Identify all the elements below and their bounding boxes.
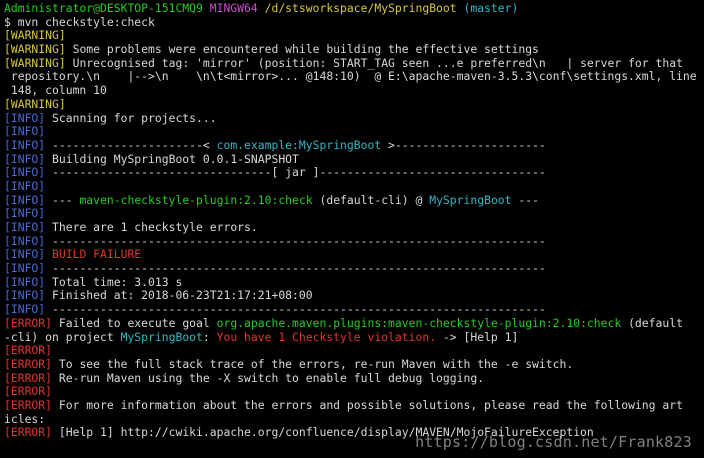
terminal-text-segment: Total time: 3.013 s — [45, 275, 183, 289]
terminal-line: [WARNING] — [4, 98, 702, 112]
terminal-text-segment: com.example:MySpringBoot — [216, 138, 382, 152]
terminal-text-segment: >---------------------- — [381, 138, 546, 152]
terminal-text-segment: [INFO] — [4, 125, 46, 139]
terminal-line: [INFO] --------------------------------[… — [4, 166, 702, 180]
terminal-text-segment: Building MySpringBoot 0.0.1-SNAPSHOT — [45, 152, 299, 166]
terminal-line: [ERROR] To see the full stack trace of t… — [4, 358, 702, 372]
terminal-line: -cli) on project MySpringBoot: You have … — [4, 331, 702, 345]
terminal-text-segment: [INFO] — [4, 179, 46, 193]
terminal-line: [INFO] There are 1 checkstyle errors. — [4, 221, 702, 235]
terminal-text-segment: [Help 1] http://cwiki.apache.org/conflue… — [52, 426, 594, 440]
terminal-line: [INFO] ---------------------------------… — [4, 235, 702, 249]
terminal-text-segment: MINGW64 — [209, 2, 265, 15]
terminal-text-segment: --- — [45, 193, 80, 207]
terminal-text-segment: Re-run Maven using the -X switch to enab… — [52, 371, 485, 385]
terminal-text-segment: ----------------------------------------… — [45, 234, 546, 248]
terminal-line: [INFO] ----------------------< com.examp… — [4, 139, 702, 153]
terminal-text-segment: [WARNING] — [4, 29, 66, 43]
terminal-text-segment: [INFO] — [4, 248, 46, 262]
terminal-text-segment: org.apache.maven.plugins:maven-checkstyl… — [216, 316, 622, 330]
terminal-output[interactable]: Administrator@DESKTOP-151CMQ9 MINGW64 /d… — [4, 2, 702, 440]
terminal-line: [INFO] Building MySpringBoot 0.0.1-SNAPS… — [4, 153, 702, 167]
terminal-text-segment: --- — [511, 193, 539, 207]
terminal-text-segment: ----------------------------------------… — [45, 303, 546, 317]
terminal-text-segment: For more information about the errors an… — [52, 398, 683, 412]
terminal-text-segment: ----------------------------------------… — [45, 262, 546, 276]
terminal-text-segment: /d/stsworkspace/MySpringBoot — [264, 2, 464, 15]
terminal-text-segment: [INFO] — [4, 221, 46, 234]
terminal-text-segment: maven-checkstyle-plugin:2.10:check — [79, 193, 313, 207]
terminal-text-segment: Failed to execute goal — [52, 316, 217, 330]
terminal-text-segment: Unrecognised tag: 'mirror' (position: ST… — [65, 56, 683, 70]
terminal-line: [INFO] — [4, 207, 702, 221]
terminal-line: 148, column 10 — [4, 84, 702, 98]
terminal-line: [INFO] — [4, 125, 702, 139]
terminal-line: [ERROR] For more information about the e… — [4, 399, 702, 413]
terminal-text-segment: 148, column 10 — [4, 84, 107, 98]
terminal-line: [INFO] Total time: 3.013 s — [4, 276, 702, 290]
terminal-line: [WARNING] Unrecognised tag: 'mirror' (po… — [4, 57, 702, 71]
terminal-line: [INFO] ---------------------------------… — [4, 262, 702, 276]
terminal-text-segment: MySpringBoot — [120, 330, 203, 344]
terminal-text-segment: Some problems were encountered while bui… — [65, 43, 539, 57]
terminal-text-segment: [WARNING] — [4, 56, 66, 70]
terminal-text-segment: [ERROR] — [4, 344, 53, 358]
terminal-text-segment: [WARNING] — [4, 43, 66, 57]
terminal-text-segment: [INFO] — [4, 234, 46, 248]
terminal-line: [WARNING] — [4, 29, 702, 43]
terminal-text-segment: [ERROR] — [4, 426, 53, 440]
terminal-text-segment: There are 1 checkstyle errors. — [45, 221, 258, 234]
terminal-text-segment: MySpringBoot — [429, 193, 512, 207]
terminal-line: icles: — [4, 413, 702, 427]
terminal-text-segment: [INFO] — [4, 138, 46, 152]
terminal-line: [INFO] --- maven-checkstyle-plugin:2.10:… — [4, 194, 702, 208]
terminal-text-segment: [ERROR] — [4, 398, 53, 412]
terminal-text-segment: [WARNING] — [4, 97, 66, 111]
terminal-line: [ERROR] — [4, 344, 702, 358]
terminal-text-segment: (master) — [463, 2, 519, 15]
terminal-text-segment: [INFO] — [4, 207, 46, 221]
terminal-text-segment: -> [Help 1] — [436, 330, 519, 344]
terminal-text-segment: -cli) on project — [4, 330, 121, 344]
terminal-text-segment: repository.\n |-->\n \n\t<mirror>... @14… — [4, 70, 697, 84]
terminal-line: [INFO] BUILD FAILURE — [4, 248, 702, 262]
terminal-text-segment: [INFO] — [4, 289, 46, 303]
terminal-text-segment: $ mvn checkstyle:check — [4, 15, 155, 29]
terminal-text-segment: [ERROR] — [4, 316, 53, 330]
terminal-line: [ERROR] — [4, 385, 702, 399]
terminal-text-segment: BUILD FAILURE — [45, 248, 142, 262]
terminal-line: [INFO] ---------------------------------… — [4, 303, 702, 317]
terminal-text-segment: [INFO] — [4, 193, 46, 207]
terminal-text-segment: [INFO] — [4, 303, 46, 317]
terminal-line: [INFO] Finished at: 2018-06-23T21:17:21+… — [4, 289, 702, 303]
terminal-line: [INFO] — [4, 180, 702, 194]
terminal-text-segment: [INFO] — [4, 152, 46, 166]
terminal-text-segment: To see the full stack trace of the error… — [52, 357, 574, 371]
terminal-line: Administrator@DESKTOP-151CMQ9 MINGW64 /d… — [4, 2, 702, 16]
terminal-text-segment: [ERROR] — [4, 371, 53, 385]
terminal-text-segment: (default-cli) @ — [312, 193, 430, 207]
terminal-text-segment: icles: — [4, 412, 46, 426]
terminal-text-segment: [INFO] — [4, 111, 46, 125]
terminal-line: [ERROR] Re-run Maven using the -X switch… — [4, 372, 702, 386]
terminal-text-segment: [ERROR] — [4, 385, 53, 399]
terminal-text-segment: Administrator@DESKTOP-151CMQ9 — [4, 2, 210, 15]
terminal-line: [ERROR] [Help 1] http://cwiki.apache.org… — [4, 426, 702, 440]
terminal-text-segment: [ERROR] — [4, 357, 53, 371]
terminal-text-segment: You have 1 Checkstyle violation. — [216, 330, 437, 344]
terminal-text-segment: ----------------------< — [45, 138, 217, 152]
terminal-text-segment: [INFO] — [4, 275, 46, 289]
terminal-text-segment: (default — [621, 316, 683, 330]
terminal-line: $ mvn checkstyle:check — [4, 16, 702, 30]
terminal-text-segment: --------------------------------[ jar ]-… — [45, 166, 546, 180]
terminal-text-segment: Finished at: 2018-06-23T21:17:21+08:00 — [45, 289, 313, 303]
terminal-text-segment: : — [202, 330, 217, 344]
terminal-text-segment: Scanning for projects... — [45, 111, 217, 125]
terminal-text-segment: [INFO] — [4, 166, 46, 180]
terminal-text-segment: [INFO] — [4, 262, 46, 276]
terminal-line: [WARNING] Some problems were encountered… — [4, 43, 702, 57]
terminal-line: repository.\n |-->\n \n\t<mirror>... @14… — [4, 70, 702, 84]
terminal-line: [INFO] Scanning for projects... — [4, 112, 702, 126]
terminal-line: [ERROR] Failed to execute goal org.apach… — [4, 317, 702, 331]
